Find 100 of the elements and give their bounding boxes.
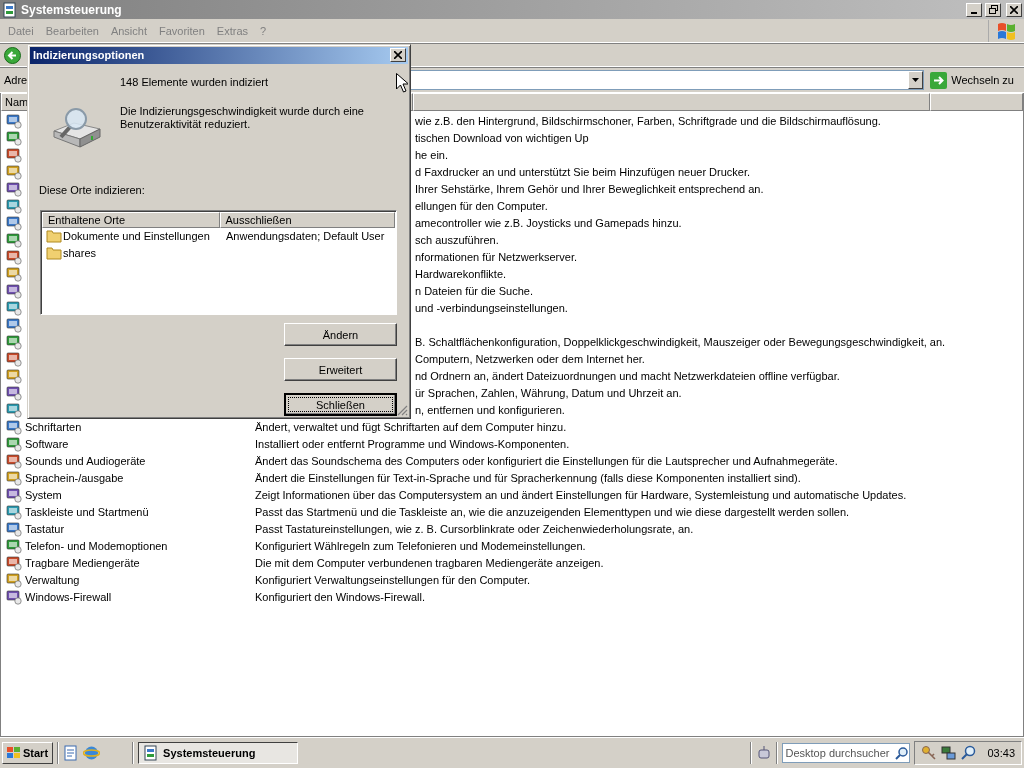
item-description: Ändert, verwaltet und fügt Schriftarten auf dem Computer hinzu. — [255, 420, 567, 433]
applet-icon — [6, 197, 22, 214]
go-button[interactable]: Wechseln zu — [928, 69, 1020, 91]
clock: 03:43 — [987, 747, 1015, 759]
dialog-button[interactable]: Erweitert — [284, 358, 397, 381]
dropdown-arrow-icon[interactable] — [912, 78, 920, 82]
applet-icon — [6, 554, 22, 571]
item-name[interactable]: Sprachein-/ausgabe — [25, 471, 124, 484]
resize-grip-icon[interactable] — [397, 405, 408, 416]
dialog-button[interactable]: Ändern — [284, 323, 397, 346]
applet-icon — [6, 435, 22, 452]
locations-label: Diese Orte indizieren: — [39, 183, 146, 196]
item-description: tischen Download von wichtigen Up — [415, 131, 589, 144]
applet-icon — [6, 418, 22, 435]
taskbar-button[interactable]: Systemsteuerung — [138, 742, 299, 764]
minimize-button[interactable] — [966, 2, 982, 17]
item-name[interactable]: Tastatur — [25, 522, 65, 535]
item-description: d Faxdrucker an und unterstützt Sie beim Hinzufügen neuer Drucker. — [415, 165, 751, 178]
item-name[interactable]: Software — [25, 437, 69, 450]
item-description: Konfiguriert Wählregeln zum Telefonieren und Modemeinstellungen. — [255, 539, 586, 552]
applet-icon — [6, 350, 22, 367]
applet-icon — [6, 469, 22, 486]
applet-icon — [6, 503, 22, 520]
item-description: Passt Tastatureinstellungen, wie z. B. Cursorblinkrate oder Zeichenwiederholungsrate, an. — [255, 522, 694, 535]
locations-list[interactable]: Enthaltene Orte Ausschließen Dokumente und Einstellungen Anwendungsdaten; Default User shares — [40, 209, 397, 315]
item-name[interactable]: Verwaltung — [25, 573, 80, 586]
excluded-folders: Anwendungsdaten; Default User — [226, 230, 385, 243]
applet-icon — [6, 588, 22, 605]
item-description: Ihrer Sehstärke, Ihrem Gehör und Ihrer Beweglichkeit entsprechend an. — [415, 182, 764, 195]
item-description: wie z.B. den Hintergrund, Bildschirmschoner, Farben, Schriftgrade und die Bildschirmauflösung. — [415, 114, 881, 127]
search-icon[interactable] — [961, 745, 978, 761]
item-description: n, entfernen und konfigurieren. — [415, 403, 565, 416]
item-description: Hardwarekonflikte. — [415, 267, 507, 280]
windows-flag-icon[interactable] — [7, 747, 21, 759]
location-name[interactable]: shares — [63, 247, 97, 260]
applet-icon — [6, 520, 22, 537]
applet-icon — [6, 452, 22, 469]
close-icon[interactable] — [394, 51, 402, 60]
applet-icon — [6, 146, 22, 163]
close-button[interactable] — [1006, 2, 1022, 17]
item-description: Computern, Netzwerken oder dem Internet her. — [415, 352, 645, 365]
start-button[interactable]: Start — [2, 742, 54, 764]
item-description: nd Ordnern an, ändert Dateizuordnungen und macht Netzwerkdateien offline verfügbar. — [415, 369, 840, 382]
item-description: he ein. — [415, 148, 449, 161]
address-label: Adre — [4, 74, 28, 86]
applet-icon — [6, 282, 22, 299]
applet-icon — [6, 333, 22, 350]
search-field[interactable]: Desktop durchsucher — [782, 743, 911, 763]
document-icon[interactable] — [63, 745, 80, 761]
applet-icon — [6, 180, 22, 197]
dialog-title: Indizierungsoptionen — [33, 49, 145, 62]
item-name[interactable]: Sounds und Audiogeräte — [25, 454, 146, 467]
applet-icon — [6, 367, 22, 384]
flag-logo-icon — [995, 20, 1018, 41]
applet-icon — [6, 112, 22, 129]
item-name[interactable]: Telefon- und Modemoptionen — [25, 539, 168, 552]
item-description: amecontroller wie z.B. Joysticks und Gamepads hinzu. — [415, 216, 682, 229]
item-name[interactable]: Tragbare Mediengeräte — [25, 556, 140, 569]
applet-icon — [6, 299, 22, 316]
item-description: ür Sprachen, Zahlen, Währung, Datum und Uhrzeit an. — [415, 386, 682, 399]
applet-icon — [6, 384, 22, 401]
applet-icon — [6, 129, 22, 146]
item-name[interactable]: Taskleiste und Startmenü — [25, 505, 149, 518]
item-description: Ändert das Soundschema des Computers oder konfiguriert die Einstellungen für die Lautsprecher und Aufnahmegeräte. — [255, 454, 838, 467]
location-name[interactable]: Dokumente und Einstellungen — [63, 230, 210, 243]
column-header[interactable]: Enthaltene Orte — [42, 211, 220, 228]
applet-icon — [6, 231, 22, 248]
item-name[interactable]: System — [25, 488, 62, 501]
applet-icon — [6, 316, 22, 333]
item-description: Konfiguriert den Windows-Firewall. — [255, 590, 425, 603]
applet-icon — [6, 486, 22, 503]
search-icon[interactable] — [895, 746, 910, 760]
network-cable-icon[interactable] — [756, 745, 773, 761]
speed-message: Die Indizierungsgeschwindigkeit wurde durch eine Benutzeraktivität reduziert. — [120, 104, 365, 131]
indexed-count: 148 Elemente wurden indiziert — [120, 75, 269, 89]
item-description: nformationen für Netzwerkserver. — [415, 250, 577, 263]
item-name[interactable]: Schriftarten — [25, 420, 82, 433]
applet-icon — [6, 214, 22, 231]
item-description: B. Schaltflächenkonfiguration, Doppelklickgeschwindigkeit, Mauszeiger oder Bewegungsgeschwindigkeit, an. — [415, 335, 946, 348]
window-icon — [2, 1, 18, 18]
arrow-right-icon[interactable] — [930, 71, 948, 89]
column-header[interactable]: Ausschließen — [219, 211, 395, 228]
item-description: Die mit dem Computer verbundenen tragbaren Mediengeräte anzeigen. — [255, 556, 604, 569]
dialog-button[interactable]: Schließen — [284, 393, 397, 416]
close-button[interactable] — [390, 48, 406, 63]
applet-icon — [6, 163, 22, 180]
item-description: und -verbindungseinstellungen. — [415, 301, 568, 314]
close-icon[interactable] — [1010, 5, 1018, 14]
item-description: sch auszuführen. — [415, 233, 499, 246]
window-icon[interactable] — [143, 745, 160, 761]
column-header[interactable] — [930, 93, 1023, 111]
applet-icon — [6, 265, 22, 282]
computers-icon[interactable] — [941, 745, 958, 761]
item-name[interactable]: Windows-Firewall — [25, 590, 112, 603]
window-title: Systemsteuerung — [21, 2, 123, 17]
item-description: Ändert die Einstellungen für Text-in-Sprache und für Spracherkennung (falls diese Komponenten installiert sind). — [255, 471, 801, 484]
column-header[interactable] — [413, 93, 930, 111]
item-description: Konfiguriert Verwaltungseinstellungen für den Computer. — [255, 573, 531, 586]
key-icon[interactable] — [921, 745, 938, 761]
item-description: n Dateien für die Suche. — [415, 284, 534, 297]
